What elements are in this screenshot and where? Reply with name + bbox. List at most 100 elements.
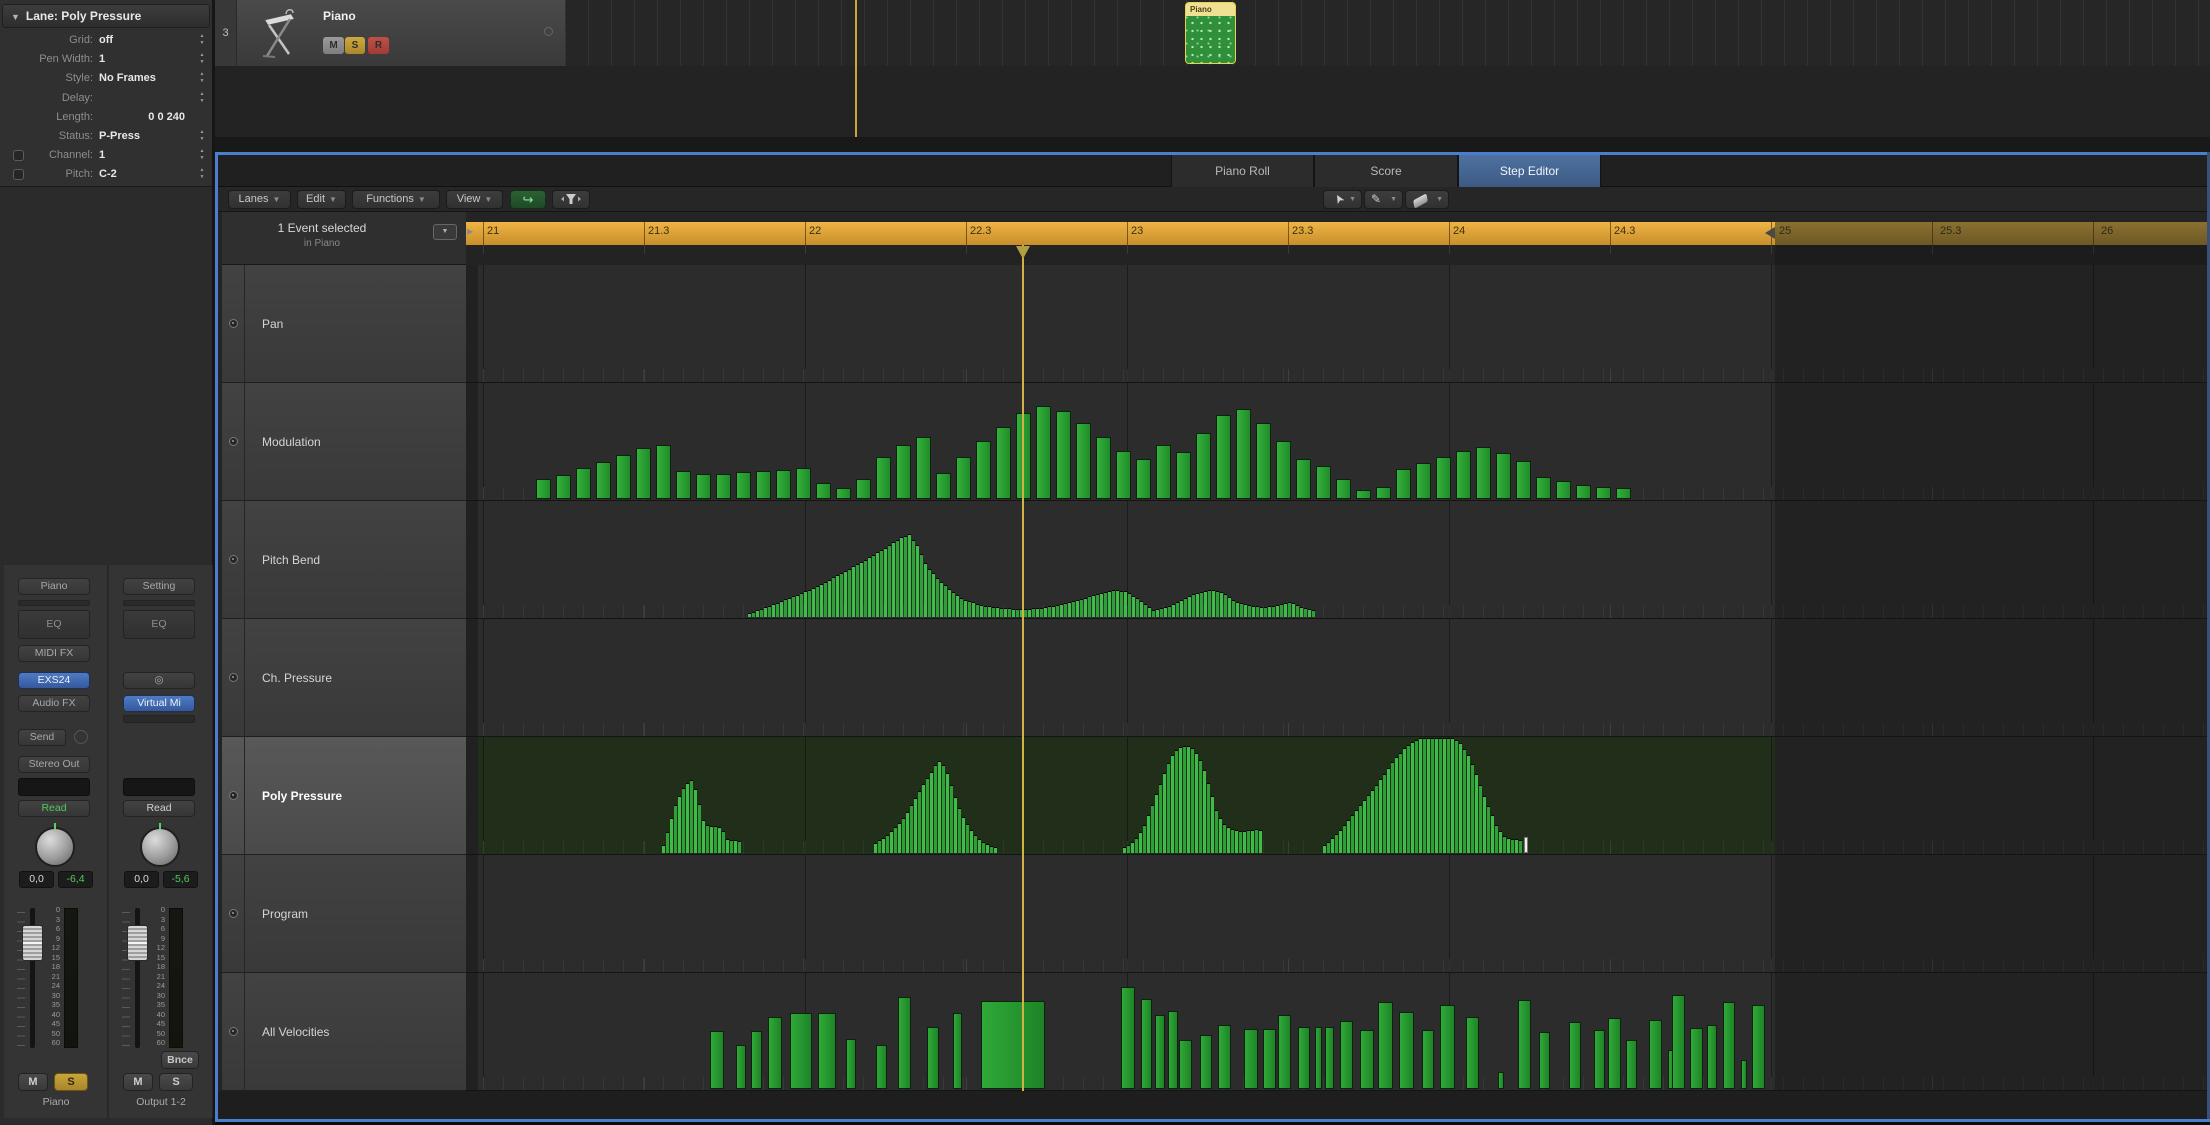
row-value[interactable]: C-2 (99, 165, 117, 184)
step-column[interactable] (900, 537, 903, 617)
step-column[interactable] (1284, 603, 1287, 617)
step-column[interactable] (910, 805, 913, 854)
step-column[interactable] (1459, 743, 1462, 854)
instrument-slot[interactable]: Virtual Mi (123, 695, 195, 712)
velocity-bar[interactable] (1422, 1030, 1434, 1089)
bounce-button[interactable]: Bnce (161, 1051, 199, 1069)
step-column[interactable] (730, 840, 733, 853)
step-column[interactable] (954, 797, 957, 853)
menu-lanes[interactable]: Lanes▼ (228, 190, 291, 209)
step-column[interactable] (1403, 748, 1406, 853)
velocity-bar[interactable] (1539, 1032, 1550, 1089)
step-bar[interactable] (1356, 490, 1371, 499)
step-bar[interactable] (876, 457, 891, 499)
step-column[interactable] (1024, 609, 1027, 617)
send-knob[interactable] (74, 730, 88, 744)
step-column[interactable] (686, 783, 689, 853)
step-column[interactable] (1276, 605, 1279, 617)
step-column[interactable] (808, 590, 811, 617)
step-column[interactable] (1327, 842, 1330, 853)
step-column[interactable] (804, 591, 807, 617)
step-column[interactable] (1215, 810, 1218, 853)
step-column[interactable] (726, 839, 729, 853)
step-column[interactable] (800, 593, 803, 617)
track-name[interactable]: Piano (323, 9, 356, 23)
lane-enable-dot[interactable] (229, 555, 238, 564)
velocity-bar[interactable] (1121, 987, 1135, 1089)
step-column[interactable] (844, 571, 847, 617)
step-column[interactable] (1207, 783, 1210, 853)
step-column[interactable] (752, 612, 755, 617)
velocity-bar[interactable] (1626, 1040, 1637, 1089)
group-slot[interactable] (123, 778, 195, 796)
step-column[interactable] (868, 557, 871, 617)
eq-display[interactable]: EQ (18, 610, 90, 639)
step-column[interactable] (1383, 774, 1386, 853)
step-bar[interactable] (656, 445, 671, 499)
step-column[interactable] (1296, 605, 1299, 617)
step-column[interactable] (722, 831, 725, 853)
step-column[interactable] (962, 817, 965, 853)
automation-mode-button[interactable]: Read (18, 800, 90, 817)
step-column[interactable] (1156, 609, 1159, 617)
group-slot[interactable] (18, 778, 90, 796)
step-column[interactable] (1028, 609, 1031, 617)
row-stepper[interactable]: ▲▼ (197, 148, 207, 163)
step-bar[interactable] (1096, 437, 1111, 499)
velocity-bar[interactable] (1399, 1012, 1414, 1089)
step-column[interactable] (756, 610, 759, 617)
step-column[interactable] (1032, 608, 1035, 617)
step-column[interactable] (1487, 806, 1490, 854)
step-column[interactable] (948, 589, 951, 617)
step-column[interactable] (1140, 601, 1143, 617)
row-value[interactable]: No Frames (99, 69, 156, 88)
step-column[interactable] (914, 798, 917, 854)
step-column[interactable] (1288, 602, 1291, 617)
step-column[interactable] (1179, 747, 1182, 853)
step-bar[interactable] (1396, 469, 1411, 499)
track-input-monitor[interactable] (544, 27, 553, 36)
step-column[interactable] (1240, 603, 1243, 617)
velocity-bar[interactable] (1263, 1029, 1276, 1089)
step-bar[interactable] (976, 441, 991, 499)
step-column[interactable] (1135, 838, 1138, 853)
step-column[interactable] (682, 788, 685, 853)
menu-edit[interactable]: Edit▼ (297, 190, 346, 209)
step-column[interactable] (714, 826, 717, 853)
step-column[interactable] (772, 604, 775, 617)
step-column[interactable] (666, 832, 669, 853)
lane-set-dropdown[interactable]: ▼ (433, 224, 457, 240)
step-bar[interactable] (1596, 487, 1611, 499)
step-bar[interactable] (696, 474, 711, 499)
step-column[interactable] (690, 780, 693, 853)
pan-knob[interactable] (35, 827, 75, 867)
step-column[interactable] (792, 596, 795, 617)
step-column[interactable] (984, 606, 987, 617)
lane-row-all-velocities[interactable] (466, 973, 2210, 1091)
step-column[interactable] (1131, 842, 1134, 853)
volume-fader[interactable] (22, 925, 43, 961)
velocity-bar[interactable] (1594, 1030, 1605, 1089)
step-column[interactable] (1176, 602, 1179, 617)
step-column[interactable] (1199, 760, 1202, 853)
step-column[interactable] (994, 847, 997, 853)
step-column[interactable] (1056, 605, 1059, 617)
step-column[interactable] (1467, 755, 1470, 853)
step-column[interactable] (1391, 762, 1394, 853)
step-column[interactable] (1076, 600, 1079, 617)
step-column[interactable] (1431, 738, 1434, 853)
step-column[interactable] (1427, 738, 1430, 853)
velocity-bar[interactable] (1340, 1021, 1353, 1089)
step-column[interactable] (988, 606, 991, 617)
step-bar[interactable] (1276, 441, 1291, 499)
pencil-tool-button[interactable]: ✎ ▼ (1364, 190, 1403, 209)
velocity-bar[interactable] (818, 1013, 836, 1089)
step-column[interactable] (820, 584, 823, 617)
step-column[interactable] (788, 598, 791, 617)
step-column[interactable] (1256, 606, 1259, 617)
step-column[interactable] (678, 796, 681, 853)
input-format-button[interactable]: ◎ (123, 672, 195, 689)
lane-panel-header[interactable]: ▼Lane: Poly Pressure (2, 4, 210, 28)
step-bar[interactable] (1076, 423, 1091, 499)
row-value[interactable]: 1 (99, 50, 105, 69)
